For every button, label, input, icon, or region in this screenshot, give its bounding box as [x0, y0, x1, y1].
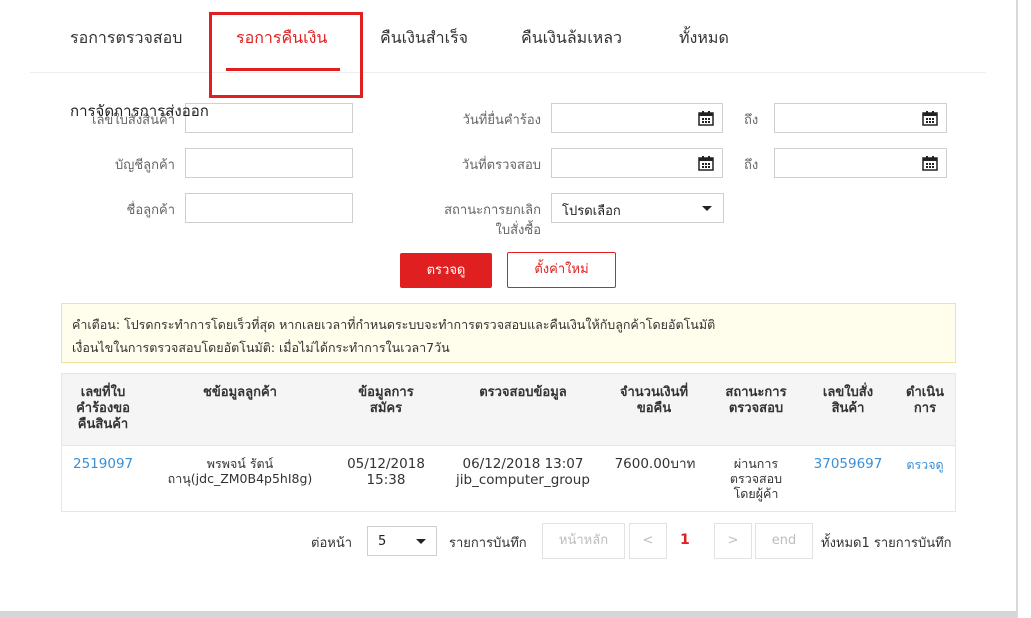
header-request-no: เลขที่ใบ คำร้องขอ คืนสินค้า: [76, 385, 130, 432]
refund-amount-cell: 7600.00บาท: [614, 456, 696, 472]
check-info-cell: 06/12/2018 13:07 jib_computer_group: [456, 456, 590, 488]
header-action: ดำเนิน การ: [906, 385, 944, 416]
chevron-down-icon: [702, 206, 712, 211]
cancel-status-value: โปรดเลือก: [562, 204, 621, 219]
request-date-from-input[interactable]: [551, 103, 723, 133]
check-date-from-input[interactable]: [551, 148, 723, 178]
apply-info-cell: 05/12/2018 15:38: [347, 456, 425, 488]
request-date-to-input[interactable]: [774, 103, 947, 133]
per-page-value: 5: [378, 534, 387, 549]
header-refund-amount: จำนวนเงินที่ ขอคืน: [619, 385, 689, 416]
search-button[interactable]: ตรวจดู: [400, 253, 492, 288]
customer-info-cell: พรพจน์ รัตน์ ถานุ(jdc_ZM0B4p5hI8g): [167, 456, 313, 486]
active-tab-indicator: [226, 68, 340, 71]
cancel-status-label-line2: ใบสั่งซื้อ: [495, 223, 541, 238]
first-page-button[interactable]: หน้าหลัก: [542, 523, 625, 559]
check-date-to-input[interactable]: [774, 148, 947, 178]
header-order-no: เลขใบสั่ง สินค้า: [822, 385, 874, 416]
header-customer-info: ชข้อมูลลูกค้า: [203, 385, 277, 400]
per-page-label: ต่อหน้า: [311, 536, 353, 551]
per-page-select[interactable]: 5: [367, 526, 437, 556]
notice-line-1: คำเตือน: โปรดกระทำการโดยเร็วที่สุด หากเล…: [72, 317, 716, 332]
cancel-status-label: สถานะการยกเลิก: [444, 203, 541, 218]
request-date-label: วันที่ยื่นคำร้อง: [462, 113, 541, 128]
header-apply-info: ข้อมูลการ สมัคร: [358, 385, 414, 416]
highlight-box: [209, 12, 363, 98]
records-label: รายการบันทึก: [449, 536, 527, 551]
customer-name-input[interactable]: [185, 193, 353, 223]
tab-refund-success[interactable]: คืนเงินสำเร็จ: [380, 26, 468, 51]
tab-pending-refund[interactable]: รอการคืนเงิน: [236, 26, 327, 51]
request-date-to-label: ถึง: [744, 113, 759, 128]
order-no-input[interactable]: [185, 103, 353, 133]
current-page[interactable]: 1: [680, 532, 690, 548]
order-no-link[interactable]: 37059697: [804, 456, 892, 472]
chevron-down-icon: [416, 539, 426, 544]
cancel-status-select[interactable]: โปรดเลือก: [551, 193, 724, 223]
tab-all[interactable]: ทั้งหมด: [679, 26, 729, 51]
page: รอการตรวจสอบ รอการคืนเงิน คืนเงินสำเร็จ …: [0, 0, 1031, 618]
request-no-link[interactable]: 2519097: [66, 456, 140, 472]
customer-name-label: ชื่อลูกค้า: [126, 203, 175, 218]
calendar-icon[interactable]: [922, 155, 938, 171]
check-date-to-label: ถึง: [744, 158, 759, 173]
customer-account-input[interactable]: [185, 148, 353, 178]
vertical-scrollbar[interactable]: [1016, 0, 1031, 618]
header-check-status: สถานะการ ตรวจสอบ: [725, 385, 787, 416]
notice-line-2: เงื่อนไขในการตรวจสอบโดยอัตโนมัติ: เมื่อไ…: [72, 340, 450, 355]
calendar-icon[interactable]: [698, 110, 714, 126]
prev-page-button[interactable]: <: [629, 523, 667, 559]
warning-notice: คำเตือน: โปรดกระทำการโดยเร็วที่สุด หากเล…: [61, 303, 956, 363]
tab-pending-review[interactable]: รอการตรวจสอบ: [70, 26, 182, 51]
table-header: เลขที่ใบ คำร้องขอ คืนสินค้า ชข้อมูลลูกค้า …: [62, 374, 955, 446]
tab-refund-failed[interactable]: คืนเงินล้มเหลว: [521, 26, 622, 51]
calendar-icon[interactable]: [698, 155, 714, 171]
customer-account-label: บัญชีลูกค้า: [115, 158, 175, 173]
check-status-cell: ผ่านการ ตรวจสอบ โดยผู้ค้า: [729, 456, 783, 501]
tab-divider: [30, 72, 986, 73]
check-date-label: วันที่ตรวจสอบ: [461, 158, 541, 173]
last-page-button[interactable]: end: [755, 523, 813, 559]
horizontal-scrollbar[interactable]: [0, 611, 1016, 618]
calendar-icon[interactable]: [922, 110, 938, 126]
refund-table: เลขที่ใบ คำร้องขอ คืนสินค้า ชข้อมูลลูกค้า …: [61, 373, 956, 512]
reset-button[interactable]: ตั้งค่าใหม่: [507, 252, 616, 288]
header-check-info: ตรวจสอบข้อมูล: [479, 385, 567, 400]
total-records-label: ทั้งหมด1 รายการบันทึก: [821, 536, 952, 551]
next-page-button[interactable]: >: [714, 523, 752, 559]
section-title: การจัดการการส่งออก: [70, 102, 209, 120]
view-action-link[interactable]: ตรวจดู: [898, 457, 952, 472]
